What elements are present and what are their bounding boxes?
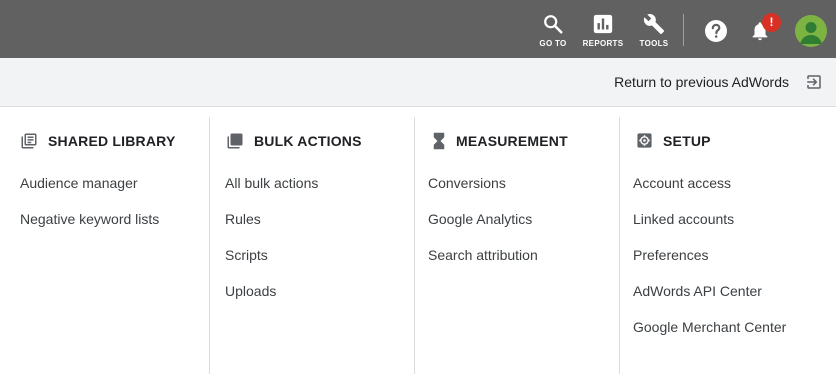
menu-item-scripts[interactable]: Scripts <box>225 247 318 283</box>
account-avatar[interactable] <box>795 15 827 47</box>
reports-label: REPORTS <box>582 39 624 48</box>
copy-stack-icon <box>227 133 243 149</box>
bulk-actions-title: BULK ACTIONS <box>254 133 362 149</box>
setup-header: SETUP <box>636 132 711 149</box>
search-icon <box>544 15 563 34</box>
return-bar: Return to previous AdWords <box>0 58 836 107</box>
measurement-column: MEASUREMENT Conversions Google Analytics… <box>414 117 619 374</box>
menu-item-conversions[interactable]: Conversions <box>428 175 538 211</box>
measurement-header: MEASUREMENT <box>432 132 568 150</box>
menu-item-search-attribution[interactable]: Search attribution <box>428 247 538 283</box>
notification-badge: ! <box>762 13 781 32</box>
wrench-icon <box>643 14 665 35</box>
menu-item-audience-manager[interactable]: Audience manager <box>20 175 159 211</box>
setup-column: SETUP Account access Linked accounts Pre… <box>619 117 836 374</box>
menu-item-rules[interactable]: Rules <box>225 211 318 247</box>
menu-item-preferences[interactable]: Preferences <box>633 247 786 283</box>
gear-box-icon <box>637 133 652 148</box>
shared-library-header: SHARED LIBRARY <box>20 132 176 150</box>
exit-to-app-icon[interactable] <box>805 73 823 91</box>
measurement-title: MEASUREMENT <box>456 133 568 149</box>
bulk-actions-column: BULK ACTIONS All bulk actions Rules Scri… <box>209 117 414 374</box>
shared-library-column: SHARED LIBRARY Audience manager Negative… <box>0 117 209 374</box>
goto-button[interactable]: GO TO <box>529 13 577 48</box>
goto-label: GO TO <box>539 39 567 48</box>
menu-item-google-analytics[interactable]: Google Analytics <box>428 211 538 247</box>
avatar-icon <box>800 22 822 44</box>
bar-chart-icon <box>593 14 613 34</box>
top-app-bar: GO TO REPORTS TOOLS ! <box>0 0 836 58</box>
setup-title: SETUP <box>663 132 711 149</box>
menu-item-uploads[interactable]: Uploads <box>225 283 318 319</box>
tools-label: TOOLS <box>639 39 669 48</box>
menu-item-all-bulk-actions[interactable]: All bulk actions <box>225 175 318 211</box>
bulk-actions-header: BULK ACTIONS <box>226 132 362 150</box>
return-to-previous-link[interactable]: Return to previous AdWords <box>614 74 789 90</box>
reports-button[interactable]: REPORTS <box>579 13 627 48</box>
menu-item-linked-accounts[interactable]: Linked accounts <box>633 211 786 247</box>
tools-menu: SHARED LIBRARY Audience manager Negative… <box>0 107 836 374</box>
menu-item-adwords-api-center[interactable]: AdWords API Center <box>633 283 786 319</box>
menu-item-google-merchant-center[interactable]: Google Merchant Center <box>633 319 786 355</box>
help-circle-icon[interactable] <box>704 19 728 43</box>
library-icon <box>21 133 37 149</box>
topbar-divider <box>683 14 684 46</box>
hourglass-icon <box>433 132 445 150</box>
tools-button[interactable]: TOOLS <box>630 13 678 48</box>
shared-library-title: SHARED LIBRARY <box>48 133 176 149</box>
menu-item-negative-keyword-lists[interactable]: Negative keyword lists <box>20 211 159 247</box>
menu-item-account-access[interactable]: Account access <box>633 175 786 211</box>
